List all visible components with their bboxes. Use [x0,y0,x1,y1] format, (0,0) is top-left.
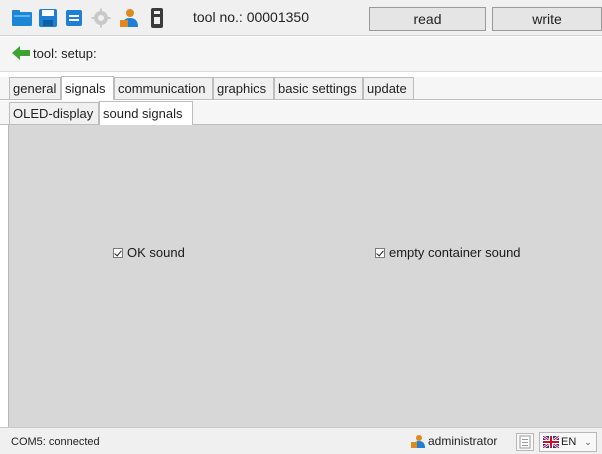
read-button[interactable]: read [369,7,486,31]
main-tab-bar: general signals communication graphics b… [0,76,602,100]
tab-update[interactable]: update [363,77,414,99]
empty-container-sound-label: empty container sound [389,245,521,260]
back-arrow-icon[interactable] [11,43,31,63]
tab-label: general [13,81,57,96]
user-name: administrator [428,434,498,448]
sound-signals-panel: OK sound empty container sound [8,125,602,427]
tab-graphics[interactable]: graphics [213,77,274,99]
subtab-label: sound signals [103,106,183,121]
tab-basic-settings[interactable]: basic settings [274,77,363,99]
chevron-down-icon: ⌄ [584,436,592,447]
usb-device-icon[interactable] [146,7,168,29]
empty-container-sound-checkbox[interactable] [375,247,385,258]
connection-status: COM5: connected [11,436,100,448]
toolbar: tool no.: 00001350 read write [0,0,602,36]
save-icon[interactable] [37,7,59,29]
tool-number-label: tool no.: 00001350 [193,9,309,25]
tab-label: graphics [217,81,267,96]
gear-icon[interactable] [90,7,112,29]
tab-label: basic settings [278,81,357,96]
tab-general[interactable]: general [9,77,61,99]
current-user: administrator [410,434,497,448]
breadcrumb-label: tool: setup: [33,46,97,61]
language-select[interactable]: EN ⌄ [539,432,597,452]
uk-flag-icon [543,436,559,448]
tab-label: update [367,81,407,96]
user-icon [411,435,425,448]
language-label: EN [561,436,577,448]
tab-label: communication [118,81,206,96]
status-bar: COM5: connected administrator EN ⌄ [0,427,602,454]
folder-open-icon[interactable] [11,7,33,29]
tab-label: signals [65,81,106,96]
empty-container-sound-option[interactable]: empty container sound [375,245,521,260]
write-button[interactable]: write [492,7,602,31]
ok-sound-option[interactable]: OK sound [113,245,185,260]
sub-tab-bar: OLED-display sound signals [0,101,602,125]
document-icon [519,435,531,449]
ok-sound-label: OK sound [127,245,185,260]
user-config-icon[interactable] [118,7,140,29]
notes-button[interactable] [516,433,534,451]
ok-sound-checkbox[interactable] [113,247,123,258]
printer-icon[interactable] [63,7,85,29]
tab-communication[interactable]: communication [114,77,213,99]
subtab-label: OLED-display [13,106,94,121]
subtab-oled-display[interactable]: OLED-display [9,102,99,124]
tab-signals[interactable]: signals [61,76,114,100]
subtab-sound-signals[interactable]: sound signals [99,101,193,125]
